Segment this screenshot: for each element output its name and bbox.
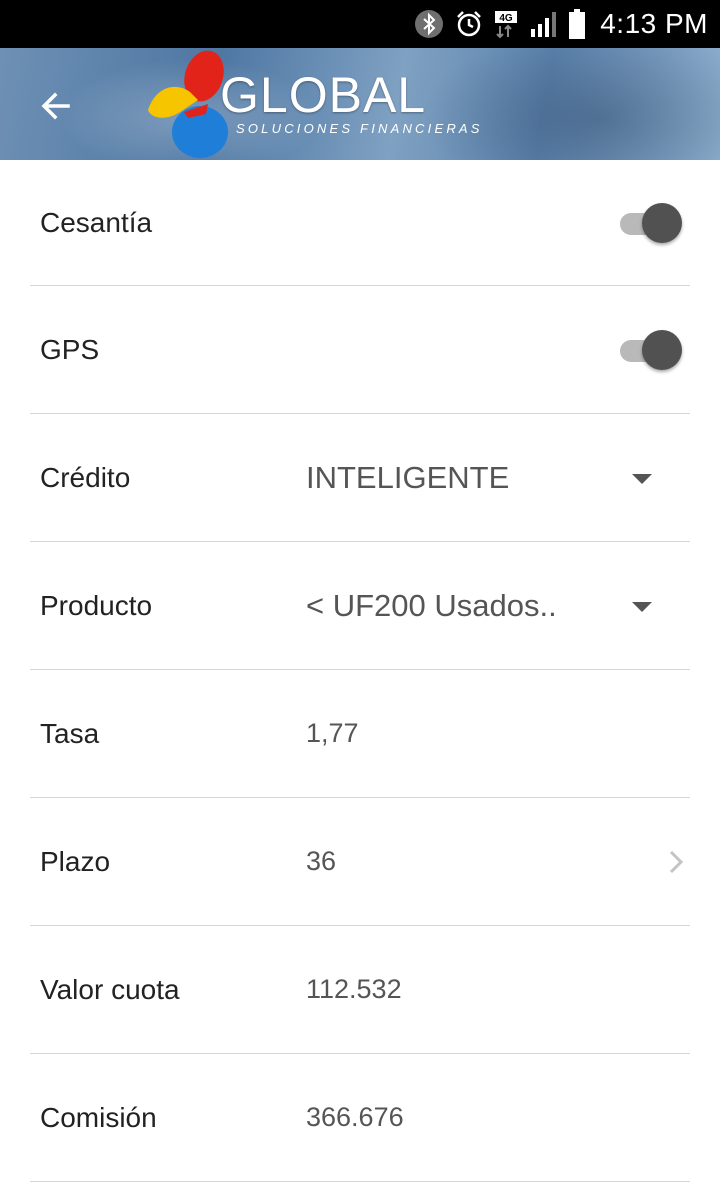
tasa-value: 1,77 xyxy=(306,718,359,748)
row-credito[interactable]: Crédito INTELIGENTE xyxy=(30,414,690,542)
credito-label: Crédito xyxy=(40,461,131,493)
row-gps: GPS xyxy=(30,286,690,414)
valor-cuota-label: Valor cuota xyxy=(40,973,180,1005)
comision-label: Comisión xyxy=(40,1101,157,1133)
global-logo: GLOBAL SOLUCIONES FINANCIERAS xyxy=(140,48,490,160)
cesantia-label: Cesantía xyxy=(40,206,153,238)
row-plazo[interactable]: Plazo 36 xyxy=(30,798,690,926)
valor-cuota-value: 112.532 xyxy=(306,974,402,1004)
chevron-right-icon[interactable] xyxy=(666,849,686,875)
back-button[interactable] xyxy=(34,84,78,128)
row-producto[interactable]: Producto < UF200 Usados.. xyxy=(30,542,690,670)
producto-select-value[interactable]: < UF200 Usados.. xyxy=(306,542,557,669)
comision-value: 366.676 xyxy=(306,1102,404,1132)
logo-wordmark: GLOBAL xyxy=(220,67,427,123)
status-bar-icons: 4G 4:13 PM xyxy=(414,0,708,48)
network-label: 4G xyxy=(500,13,514,24)
credit-form: Cesantía GPS Crédito INTELIGENTE Product… xyxy=(0,160,720,1182)
battery-icon xyxy=(568,8,586,40)
clock-time: 4:13 PM xyxy=(600,8,708,39)
dropdown-arrow-icon[interactable] xyxy=(632,473,652,484)
bluetooth-icon xyxy=(414,9,444,39)
alarm-icon xyxy=(454,9,484,39)
toggle-thumb xyxy=(642,329,682,370)
plazo-value[interactable]: 36 xyxy=(306,798,336,925)
gps-toggle[interactable] xyxy=(616,328,684,372)
row-valor-cuota: Valor cuota 112.532 xyxy=(30,926,690,1054)
row-comision: Comisión 366.676 xyxy=(30,1054,690,1182)
arrow-left-icon xyxy=(41,92,70,120)
row-cesantia: Cesantía xyxy=(30,160,690,286)
tasa-label: Tasa xyxy=(40,717,100,749)
signal-icon xyxy=(530,9,558,39)
app-header: GLOBAL SOLUCIONES FINANCIERAS xyxy=(0,48,720,160)
row-tasa: Tasa 1,77 xyxy=(30,670,690,798)
network-4g-icon: 4G xyxy=(494,9,520,39)
producto-label: Producto xyxy=(40,589,153,621)
gps-label: GPS xyxy=(40,333,100,365)
status-bar: 4G 4:13 PM xyxy=(0,0,720,48)
credito-select-value[interactable]: INTELIGENTE xyxy=(306,414,509,541)
plazo-label: Plazo xyxy=(40,845,111,877)
dropdown-arrow-icon[interactable] xyxy=(632,601,652,612)
logo-subtitle: SOLUCIONES FINANCIERAS xyxy=(236,121,483,136)
cesantia-toggle[interactable] xyxy=(616,201,684,245)
toggle-thumb xyxy=(642,202,682,243)
